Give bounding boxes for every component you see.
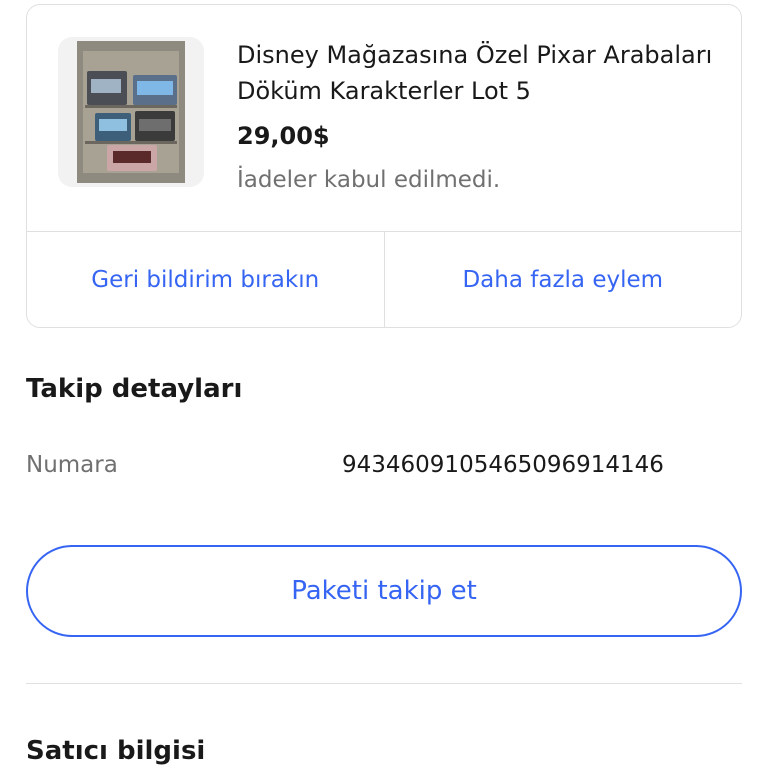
more-actions-button[interactable]: Daha fazla eylem: [383, 232, 742, 328]
section-divider: [26, 683, 742, 684]
tracking-heading: Takip detayları: [26, 374, 243, 404]
product-photo-icon: [77, 41, 185, 183]
item-price: 29,00$: [237, 122, 330, 150]
returns-policy: İadeler kabul edilmedi.: [237, 167, 501, 193]
tracking-number-label: Numara: [26, 452, 118, 478]
product-thumbnail[interactable]: [58, 37, 204, 187]
track-package-button[interactable]: Paketi takip et: [26, 545, 742, 637]
item-actions: Geri bildirim bırakın Daha fazla eylem: [27, 231, 741, 328]
tracking-number-value: 9434609105465096914146: [342, 452, 664, 478]
seller-info-heading: Satıcı bilgisi: [26, 736, 206, 766]
tracking-number-row: Numara 9434609105465096914146: [26, 452, 742, 482]
order-item-card: Disney Mağazasına Özel Pixar Arabaları D…: [26, 4, 742, 328]
item-title[interactable]: Disney Mağazasına Özel Pixar Arabaları D…: [237, 37, 717, 109]
leave-feedback-button[interactable]: Geri bildirim bırakın: [27, 232, 384, 328]
